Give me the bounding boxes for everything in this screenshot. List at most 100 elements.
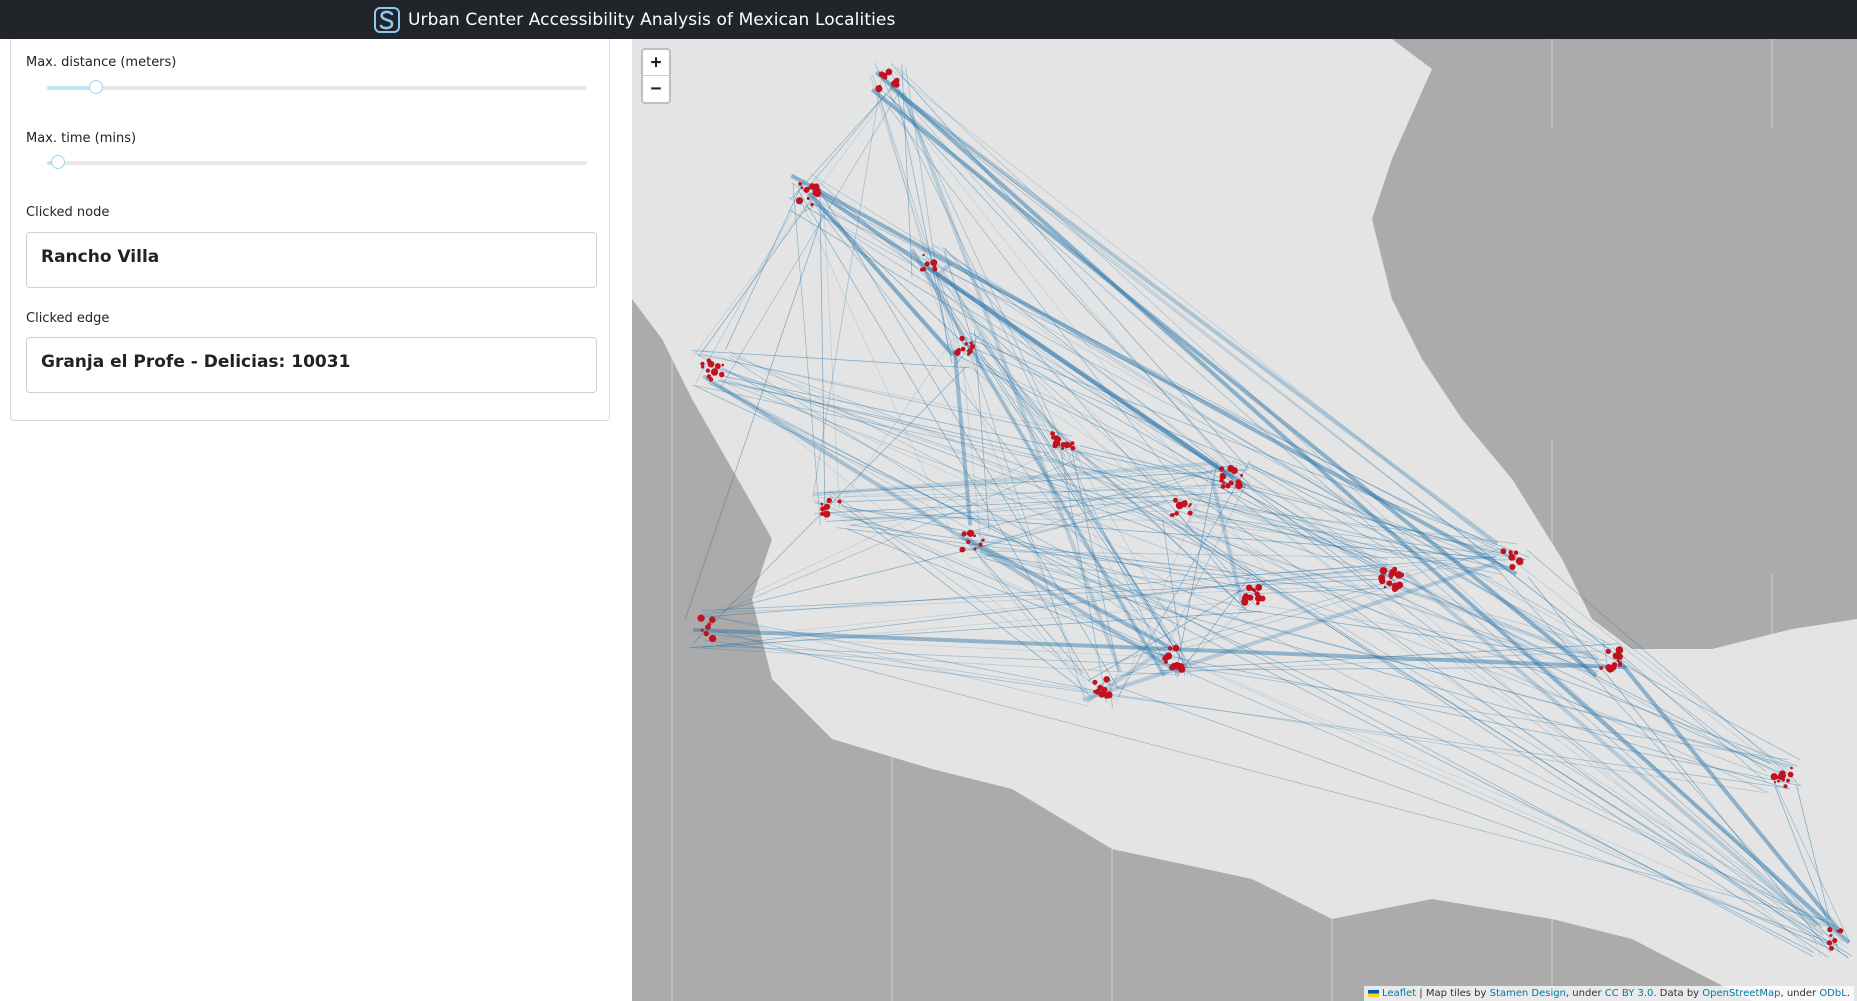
locality-node[interactable] [721, 363, 725, 367]
locality-node[interactable] [1790, 766, 1793, 770]
locality-node[interactable] [1167, 646, 1173, 651]
locality-node[interactable] [1101, 693, 1105, 697]
locality-node[interactable] [705, 368, 711, 373]
locality-node[interactable] [710, 368, 719, 376]
locality-node[interactable] [837, 499, 842, 504]
locality-node[interactable] [1256, 601, 1260, 605]
locality-node[interactable] [806, 196, 810, 200]
locality-node[interactable] [966, 539, 971, 545]
locality-node[interactable] [798, 182, 802, 186]
locality-node[interactable] [1176, 501, 1182, 508]
locality-node[interactable] [1388, 571, 1395, 578]
locality-node[interactable] [708, 377, 714, 382]
locality-node[interactable] [964, 342, 968, 346]
locality-node[interactable] [1508, 553, 1516, 561]
locality-node[interactable] [1240, 473, 1244, 477]
locality-node[interactable] [981, 538, 985, 542]
locality-node[interactable] [1172, 644, 1180, 652]
slider-handle[interactable] [50, 155, 65, 169]
locality-node[interactable] [978, 542, 983, 547]
slider-handle[interactable] [88, 80, 103, 94]
locality-node[interactable] [1605, 648, 1611, 655]
locality-node[interactable] [707, 360, 715, 368]
locality-node[interactable] [1599, 666, 1603, 670]
locality-node[interactable] [1255, 583, 1263, 591]
locality-node[interactable] [1241, 598, 1249, 606]
locality-node[interactable] [922, 253, 925, 257]
locality-node[interactable] [930, 259, 938, 267]
locality-node[interactable] [960, 346, 966, 352]
locality-node[interactable] [1172, 497, 1178, 503]
locality-node[interactable] [969, 343, 976, 350]
zoom-in-button[interactable]: + [643, 50, 669, 76]
locality-node[interactable] [700, 628, 704, 632]
locality-node[interactable] [708, 634, 717, 643]
brand[interactable]: Urban Center Accessibility Analysis of M… [374, 7, 895, 33]
locality-node[interactable] [1162, 656, 1167, 661]
locality-node[interactable] [1092, 679, 1098, 685]
locality-node[interactable] [1050, 431, 1055, 436]
odbl-link[interactable]: ODbL [1819, 988, 1847, 999]
locality-node[interactable] [1832, 937, 1838, 944]
locality-node[interactable] [1787, 771, 1794, 778]
locality-node[interactable] [1617, 662, 1623, 667]
locality-node[interactable] [1219, 472, 1227, 480]
locality-node[interactable] [959, 335, 965, 342]
locality-node[interactable] [1220, 484, 1226, 489]
locality-node[interactable] [813, 183, 820, 190]
locality-node[interactable] [810, 203, 814, 207]
locality-node[interactable] [1245, 584, 1253, 592]
ccby-link[interactable]: CC BY 3.0 [1605, 988, 1654, 999]
locality-node[interactable] [1513, 550, 1519, 556]
locality-node[interactable] [1386, 580, 1393, 587]
locality-node[interactable] [1230, 467, 1238, 475]
locality-node[interactable] [700, 365, 705, 369]
osm-link[interactable]: OpenStreetMap [1702, 988, 1780, 999]
locality-node[interactable] [1829, 933, 1833, 937]
locality-node[interactable] [961, 531, 967, 537]
locality-node[interactable] [1383, 585, 1387, 589]
locality-node[interactable] [820, 511, 825, 517]
locality-node[interactable] [960, 546, 966, 553]
locality-node[interactable] [1187, 510, 1193, 516]
locality-node[interactable] [1053, 435, 1060, 441]
stamen-link[interactable]: Stamen Design [1490, 988, 1566, 999]
locality-node[interactable] [823, 503, 831, 510]
locality-node[interactable] [1838, 928, 1844, 934]
locality-node[interactable] [1781, 778, 1786, 782]
locality-node[interactable] [878, 84, 882, 88]
locality-node[interactable] [932, 266, 938, 272]
locality-node[interactable] [1616, 659, 1620, 662]
locality-node[interactable] [924, 261, 930, 267]
locality-node[interactable] [1378, 577, 1386, 585]
locality-node[interactable] [1777, 779, 1781, 783]
locality-node[interactable] [812, 189, 816, 194]
locality-node[interactable] [1391, 585, 1398, 592]
locality-node[interactable] [956, 348, 961, 353]
locality-node[interactable] [1168, 664, 1175, 671]
locality-node[interactable] [1509, 563, 1516, 571]
locality-node[interactable] [1379, 567, 1388, 575]
map-canvas[interactable] [632, 39, 1857, 1001]
locality-node[interactable] [973, 534, 976, 538]
locality-node[interactable] [1093, 689, 1097, 694]
locality-node[interactable] [1225, 483, 1231, 489]
max-time-slider[interactable] [47, 155, 587, 171]
locality-node[interactable] [803, 186, 810, 193]
locality-node[interactable] [1248, 595, 1254, 600]
locality-node[interactable] [920, 267, 925, 272]
locality-node[interactable] [1104, 694, 1109, 699]
locality-node[interactable] [1235, 479, 1242, 486]
locality-node[interactable] [1616, 648, 1622, 655]
locality-node[interactable] [966, 352, 971, 356]
locality-node[interactable] [1828, 926, 1832, 930]
locality-node[interactable] [1219, 466, 1225, 472]
locality-node[interactable] [1177, 665, 1186, 673]
locality-node[interactable] [1100, 686, 1104, 689]
locality-node[interactable] [1060, 442, 1067, 448]
locality-node[interactable] [795, 197, 804, 205]
locality-node[interactable] [714, 363, 721, 370]
locality-node[interactable] [1828, 945, 1834, 951]
max-distance-slider[interactable] [47, 80, 587, 96]
locality-node[interactable] [880, 72, 886, 78]
